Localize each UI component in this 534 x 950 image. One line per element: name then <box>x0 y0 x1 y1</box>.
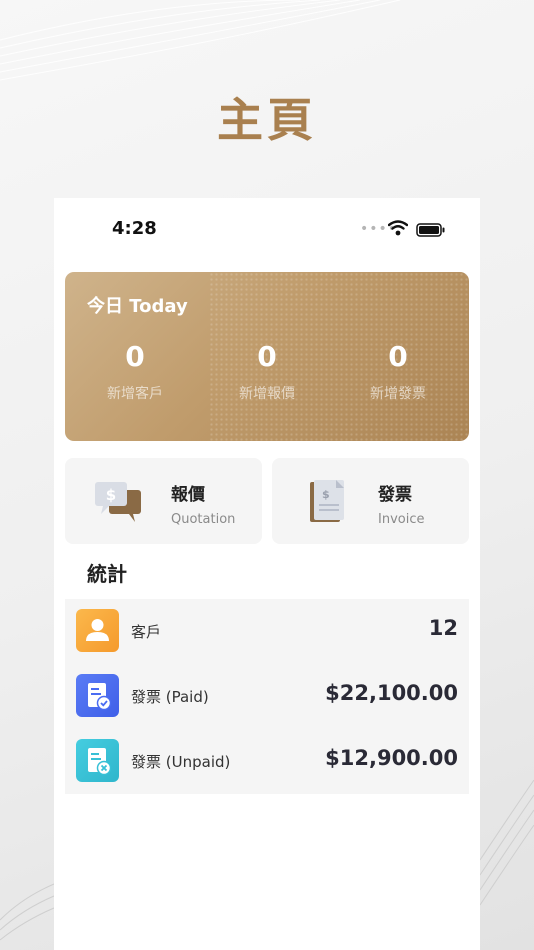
new-customers-stat[interactable]: 0 新增客戶 <box>70 340 200 403</box>
customers-value: 12 <box>428 616 458 640</box>
svg-text:$: $ <box>106 486 116 504</box>
invoice-paid-label: 發票 (Paid) <box>131 688 209 706</box>
invoice-unpaid-icon <box>76 739 119 782</box>
customers-label: 客戶 <box>131 623 162 641</box>
promo-title: 主頁 <box>217 93 317 147</box>
invoice-paid-row[interactable]: 發票 (Paid) $22,100.00 <box>65 664 469 729</box>
new-customers-count: 0 <box>125 340 145 373</box>
invoice-paid-value: $22,100.00 <box>325 681 458 705</box>
new-invoices-label: 新增發票 <box>370 386 426 402</box>
invoice-unpaid-value: $12,900.00 <box>325 746 458 770</box>
invoice-subtitle: Invoice <box>378 512 425 527</box>
customers-row[interactable]: 客戶 12 <box>65 599 469 664</box>
svg-text:$: $ <box>322 488 330 501</box>
status-time: 4:28 <box>112 218 157 239</box>
today-title: 今日 Today <box>87 296 188 317</box>
invoice-icon: $ <box>310 480 344 522</box>
today-card: 今日 Today 0 新增客戶 0 新增報價 0 新增發票 <box>65 272 469 441</box>
quotation-subtitle: Quotation <box>171 512 236 527</box>
new-quotations-label: 新增報價 <box>239 386 295 402</box>
stats-panel: 客戶 12 發票 (Paid) $22,100.00 發票 (Unpaid) $… <box>65 599 469 794</box>
quotation-icon: $ <box>95 482 141 522</box>
battery-icon <box>416 223 445 237</box>
quotation-title: 報價 <box>171 485 205 505</box>
new-quotations-stat[interactable]: 0 新增報價 <box>202 340 332 403</box>
phone-screen: 4:28 •••• 今日 Today 0 新增客戶 0 新增報價 0 新增發票 <box>54 198 480 950</box>
stats-section-title: 統計 <box>87 562 127 586</box>
invoice-button[interactable]: $ 發票 Invoice <box>272 458 469 544</box>
invoice-unpaid-label: 發票 (Unpaid) <box>131 753 231 771</box>
invoice-title: 發票 <box>378 485 412 505</box>
invoice-unpaid-row[interactable]: 發票 (Unpaid) $12,900.00 <box>65 729 469 794</box>
new-quotations-count: 0 <box>257 340 277 373</box>
customer-icon <box>76 609 119 652</box>
new-customers-label: 新增客戶 <box>107 386 163 402</box>
wifi-icon <box>388 220 408 236</box>
status-bar: 4:28 •••• <box>54 216 480 242</box>
quotation-button[interactable]: $ 報價 Quotation <box>65 458 262 544</box>
new-invoices-stat[interactable]: 0 新增發票 <box>333 340 463 403</box>
invoice-paid-icon <box>76 674 119 717</box>
new-invoices-count: 0 <box>388 340 408 373</box>
